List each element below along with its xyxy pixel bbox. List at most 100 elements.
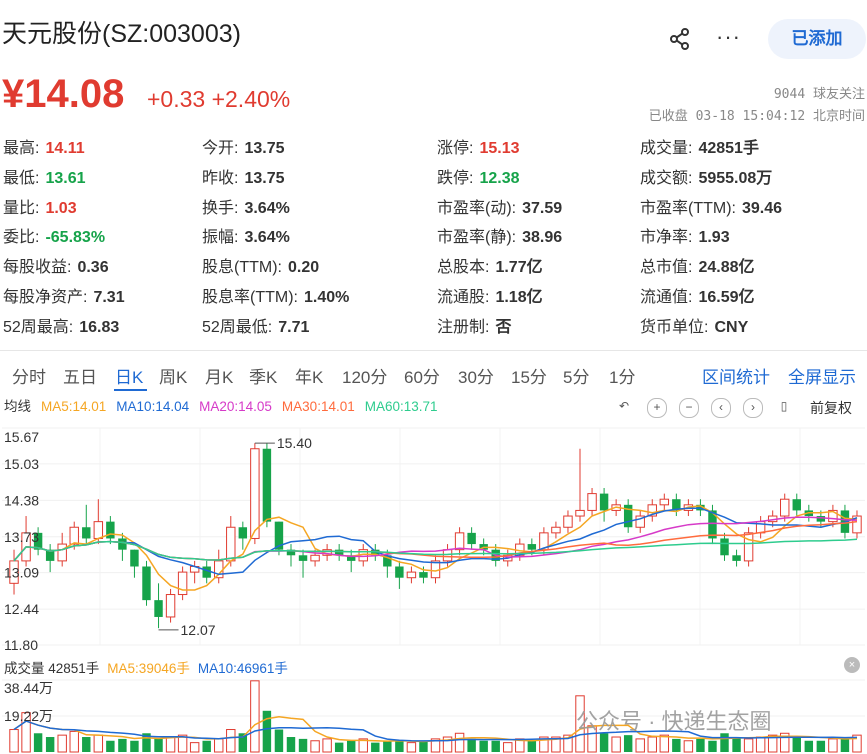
candle-body (659, 498, 670, 506)
candle-body (298, 555, 308, 561)
volume-bar (792, 737, 801, 752)
volume-axis-label: 38.44万 (4, 680, 53, 696)
volume-bar (250, 680, 260, 753)
volume-bar (33, 733, 43, 752)
volume-bar (274, 729, 284, 752)
candle-body (551, 526, 561, 534)
price-axis-label: 12.44 (4, 601, 39, 617)
volume-bar (130, 740, 139, 752)
candle-body (527, 544, 537, 550)
price-axis-label: 13.73 (4, 529, 39, 545)
volume-bar (623, 735, 633, 752)
volume-bar (69, 730, 79, 753)
volume-bar (189, 742, 200, 753)
candle-body (743, 532, 754, 562)
volume-bar (106, 740, 115, 752)
volume-bar (454, 732, 465, 753)
volume-bar (9, 729, 19, 753)
candle-body (106, 521, 115, 539)
price-axis-label: 13.09 (4, 565, 39, 581)
volume-bar (154, 738, 163, 752)
volume-bar (334, 742, 344, 752)
volume-bar (214, 738, 224, 753)
volume-bar (708, 740, 717, 752)
candle-body (238, 527, 248, 539)
candle-body (454, 532, 465, 551)
volume-bar (310, 740, 320, 753)
candle-body (792, 499, 801, 511)
volume-bar (647, 736, 657, 753)
candle-body (720, 538, 729, 556)
volume-bar (346, 740, 356, 752)
volume-bar (503, 742, 513, 753)
volume-legend-item: 成交量 42851手 (4, 661, 100, 676)
candle-body (154, 600, 163, 617)
volume-bar (696, 738, 705, 752)
volume-bar (527, 740, 537, 752)
volume-bar (599, 733, 609, 752)
volume-bar (118, 738, 127, 752)
volume-bar (672, 738, 681, 752)
volume-bar (202, 740, 211, 752)
candle-body (310, 554, 320, 562)
volume-bar (419, 740, 428, 752)
candle-body (395, 566, 404, 578)
volume-bar (732, 737, 741, 752)
candle-body (69, 526, 79, 545)
candle-body (93, 521, 104, 539)
volume-bar (82, 737, 91, 752)
volume-bar (611, 736, 621, 753)
candle-body (430, 560, 441, 579)
volume-bar (262, 710, 272, 752)
volume-bar (395, 740, 404, 752)
volume-bar (755, 736, 766, 753)
candle-body (82, 527, 91, 539)
volume-legend-item: MA5:39046手 (107, 661, 190, 676)
volume-bar (298, 738, 308, 752)
volume-bar (93, 734, 104, 753)
candle-body (142, 566, 151, 601)
candle-body (262, 448, 272, 522)
price-axis-label: 15.67 (4, 429, 39, 445)
candle-body (599, 493, 609, 511)
volume-bar (45, 737, 55, 752)
volume-legend: 成交量 42851手 MA5:39046手 MA10:46961手 (4, 657, 296, 677)
candle-body (130, 549, 139, 567)
price-axis-label: 14.38 (4, 492, 39, 508)
volume-bar (286, 737, 296, 752)
volume-bar (322, 738, 332, 753)
volume-bar (57, 734, 67, 753)
candle-body (177, 571, 188, 596)
volume-bar (743, 738, 754, 753)
candle-body (406, 571, 417, 579)
volume-bar (226, 729, 236, 753)
volume-bar (371, 742, 380, 752)
kline-chart[interactable]: 15.67 15.03 14.38 13.73 13.09 12.44 11.80 15.40… (0, 0, 867, 754)
volume-legend-item: MA10:46961手 (197, 661, 288, 676)
candle-body (118, 538, 127, 550)
volume-axis-label: 19.22万 (4, 708, 53, 724)
volume-bar (383, 740, 392, 752)
volume-bar (683, 740, 694, 753)
close-volume-icon[interactable]: × (844, 657, 860, 673)
candle-body (226, 526, 236, 562)
candle-body (732, 555, 741, 561)
candle-body (165, 594, 176, 618)
watermark-text: 公众号 · 快递生态圈 (576, 709, 772, 734)
volume-bar (659, 734, 670, 753)
volume-bar (467, 738, 476, 752)
price-axis-label: 15.03 (4, 456, 39, 472)
volume-bar (816, 740, 826, 752)
volume-bar (491, 740, 500, 752)
candle-body (575, 509, 585, 517)
candle-body (780, 498, 790, 517)
candle-body (57, 543, 67, 562)
volume-bar (635, 738, 645, 753)
volume-bar (165, 736, 176, 753)
candle-body (587, 493, 597, 511)
volume-bar (406, 742, 417, 753)
volume-bar (479, 740, 488, 752)
volume-bar (828, 738, 838, 753)
candle-body (563, 515, 573, 528)
annotation-label: 15.40 (277, 435, 312, 451)
